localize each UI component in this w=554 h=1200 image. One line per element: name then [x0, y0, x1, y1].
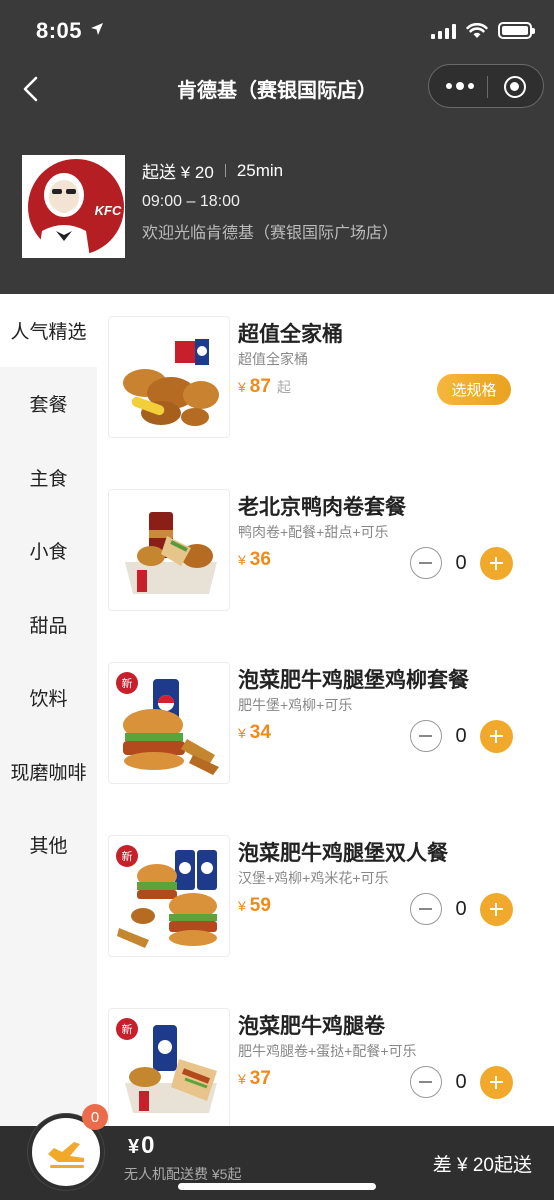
- min-order-text: 起送 ¥ 20: [142, 163, 214, 182]
- category-combo[interactable]: 套餐: [0, 367, 97, 440]
- product-image[interactable]: 新: [108, 835, 230, 957]
- quantity-stepper: 0: [410, 893, 513, 926]
- status-indicators: [431, 22, 535, 39]
- increase-quantity-button[interactable]: [480, 893, 513, 926]
- category-snacks[interactable]: 小食: [0, 514, 97, 587]
- battery-icon: [498, 22, 535, 39]
- wifi-icon: [466, 22, 488, 38]
- product-item: 新 泡菜肥牛鸡腿卷 肥牛鸡腿卷+蛋挞+配餐+可乐 ¥ 37 0: [97, 986, 554, 1126]
- location-arrow-icon: [91, 23, 103, 35]
- select-spec-button[interactable]: 选规格: [437, 374, 511, 405]
- new-badge: 新: [122, 849, 133, 863]
- store-welcome: 欢迎光临肯德基（赛银国际广场店）: [142, 225, 399, 242]
- store-logo: KFC: [22, 155, 125, 258]
- product-item: 超值全家桶 超值全家桶 ¥ 87 起 选规格: [97, 294, 554, 467]
- delivery-fee-note: 无人机配送费 ¥5起: [124, 1166, 242, 1182]
- decrease-quantity-button[interactable]: [410, 720, 442, 752]
- product-item: 老北京鸭肉卷套餐 鸭肉卷+配餐+甜点+可乐 ¥ 36 0: [97, 467, 554, 640]
- product-price: ¥ 34: [238, 722, 271, 743]
- quantity-value: 0: [455, 898, 467, 920]
- quantity-stepper: 0: [410, 1066, 513, 1099]
- product-desc: 肥牛鸡腿卷+蛋挞+配餐+可乐: [238, 1043, 417, 1059]
- product-price: ¥ 59: [238, 895, 271, 916]
- product-image[interactable]: [108, 489, 230, 611]
- status-bar: 8:05: [0, 0, 554, 60]
- kfc-logo-text: KFC: [95, 203, 122, 218]
- quantity-stepper: 0: [410, 720, 513, 753]
- product-image[interactable]: 新: [108, 662, 230, 784]
- beef-burger-combo-image: 新: [116, 672, 219, 775]
- category-other[interactable]: 其他: [0, 808, 97, 881]
- duck-wrap-combo-image: [125, 512, 217, 594]
- decrease-quantity-button[interactable]: [410, 893, 442, 925]
- increase-quantity-button[interactable]: [480, 1066, 513, 1099]
- family-bucket-image: [123, 339, 219, 426]
- product-name: 超值全家桶: [238, 323, 343, 346]
- more-options-icon[interactable]: [446, 82, 474, 90]
- cart-total: ¥0: [128, 1132, 155, 1159]
- mini-program-capsule: [428, 64, 544, 108]
- product-image[interactable]: [108, 316, 230, 438]
- product-price: ¥ 37: [238, 1068, 271, 1089]
- home-indicator: [178, 1183, 376, 1190]
- cart-count-badge: 0: [82, 1104, 108, 1130]
- minimum-order-note: 差 ¥ 20起送: [432, 1155, 532, 1176]
- product-price: ¥ 36: [238, 549, 271, 570]
- new-badge: 新: [122, 676, 133, 690]
- product-desc: 超值全家桶: [238, 351, 308, 367]
- product-name: 老北京鸭肉卷套餐: [238, 496, 406, 519]
- status-time: 8:05: [36, 18, 83, 43]
- store-info: 起送 ¥ 20 25min 09:00 – 18:00 欢迎光临肯德基（赛银国际…: [142, 158, 398, 243]
- product-desc: 肥牛堡+鸡柳+可乐: [238, 697, 353, 713]
- category-drinks[interactable]: 饮料: [0, 661, 97, 734]
- increase-quantity-button[interactable]: [480, 720, 513, 753]
- store-header: 8:05 肯德基（赛银国际店） KFC 起送 ¥ 20 25min 09:00 …: [0, 0, 554, 294]
- quantity-value: 0: [455, 1071, 467, 1093]
- product-item: 新 泡菜肥牛鸡腿堡双人餐 汉堡+鸡柳+鸡米花+可乐 ¥ 59 0: [97, 813, 554, 986]
- product-name: 泡菜肥牛鸡腿堡双人餐: [238, 842, 448, 865]
- category-coffee[interactable]: 现磨咖啡: [0, 735, 97, 808]
- product-name: 泡菜肥牛鸡腿卷: [238, 1015, 385, 1038]
- product-desc: 汉堡+鸡柳+鸡米花+可乐: [238, 870, 389, 886]
- beef-wrap-image: 新: [116, 1018, 217, 1113]
- category-main[interactable]: 主食: [0, 441, 97, 514]
- double-burger-meal-image: 新: [116, 845, 217, 948]
- decrease-quantity-button[interactable]: [410, 1066, 442, 1098]
- quantity-value: 0: [455, 725, 467, 747]
- increase-quantity-button[interactable]: [480, 547, 513, 580]
- product-item: 新 泡菜肥牛鸡腿堡鸡柳套餐 肥牛堡+鸡柳+可乐 ¥ 34 0: [97, 640, 554, 813]
- product-price: ¥ 87 起: [238, 376, 291, 397]
- category-desserts[interactable]: 甜品: [0, 588, 97, 661]
- product-desc: 鸭肉卷+配餐+甜点+可乐: [238, 524, 389, 540]
- cellular-signal-icon: [431, 23, 456, 39]
- category-sidebar: 人气精选 套餐 主食 小食 甜品 饮料 现磨咖啡 其他: [0, 294, 97, 1126]
- category-popular[interactable]: 人气精选: [0, 294, 97, 367]
- quantity-value: 0: [455, 552, 467, 574]
- store-hours: 09:00 – 18:00: [142, 193, 240, 210]
- product-image[interactable]: 新: [108, 1008, 230, 1126]
- quantity-stepper: 0: [410, 547, 513, 580]
- new-badge: 新: [122, 1022, 133, 1036]
- delivery-time: 25min: [236, 160, 284, 180]
- close-program-icon[interactable]: [504, 76, 526, 98]
- kfc-colonel-logo: KFC: [22, 155, 125, 258]
- decrease-quantity-button[interactable]: [410, 547, 442, 579]
- product-name: 泡菜肥牛鸡腿堡鸡柳套餐: [238, 669, 469, 692]
- product-list: 超值全家桶 超值全家桶 ¥ 87 起 选规格 老北京鸭肉卷套餐 鸭肉卷+配餐+甜…: [97, 294, 554, 1126]
- airplane-icon: [48, 1142, 84, 1168]
